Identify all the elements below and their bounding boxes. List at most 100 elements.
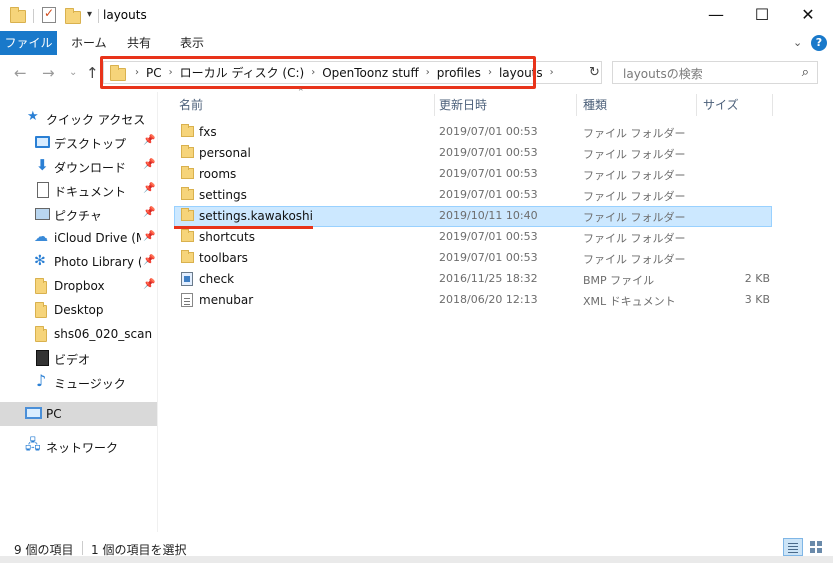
sort-ascending-icon: ⌃ [297,88,305,98]
crumb-layouts[interactable]: layouts [499,66,543,80]
table-row[interactable]: fxs 2019/07/01 00:53 ファイル フォルダー [174,122,772,143]
file-type: ファイル フォルダー [583,169,686,182]
back-icon[interactable]: ← [14,64,27,82]
sidebar-item-network[interactable]: 🖧 ネットワーク [0,434,157,458]
close-button[interactable]: ✕ [785,0,831,30]
chevron-down-icon[interactable]: ▾ [87,9,92,20]
tab-home[interactable]: ホーム [71,31,107,55]
new-folder-icon[interactable] [65,7,83,25]
forward-icon[interactable]: → [42,64,55,82]
sidebar-item-pictures[interactable]: ピクチャ 📌 [0,202,157,226]
pin-icon[interactable]: 📌 [143,207,155,218]
minimize-button[interactable]: — [693,0,739,30]
details-view-button[interactable] [783,538,803,556]
file-name: settings.kawakoshi [199,209,313,223]
tab-view[interactable]: 表示 [180,31,204,55]
file-size: 3 KB [744,293,770,306]
search-input[interactable]: layoutsの検索 ⌕ [612,61,818,84]
pin-icon[interactable]: 📌 [143,183,155,194]
sidebar-item-documents[interactable]: ドキュメント 📌 [0,178,157,202]
sidebar-item-pc[interactable]: PC [0,402,157,426]
column-divider[interactable] [434,94,435,116]
tab-file[interactable]: ファイル [0,31,57,55]
table-row[interactable]: rooms 2019/07/01 00:53 ファイル フォルダー [174,164,772,185]
table-row[interactable]: check 2016/11/25 18:32 BMP ファイル 2 KB [174,269,772,290]
file-name: shortcuts [199,230,255,244]
chevron-right-icon[interactable]: › [169,67,173,78]
table-row-selected[interactable]: settings.kawakoshi 2019/10/11 10:40 ファイル… [174,206,772,227]
pin-icon[interactable]: 📌 [143,255,155,266]
file-name: check [199,272,235,286]
chevron-right-icon[interactable]: › [311,67,315,78]
pin-icon[interactable]: 📌 [143,135,155,146]
table-row[interactable]: toolbars 2019/07/01 00:53 ファイル フォルダー [174,248,772,269]
crumb-profiles[interactable]: profiles [437,66,481,80]
sidebar-item-downloads[interactable]: ⬇ ダウンロード 📌 [0,154,157,178]
sidebar-item-desktop-folder[interactable]: Desktop [0,298,157,322]
details-view-icon [788,543,798,544]
chevron-right-icon[interactable]: › [426,67,430,78]
table-row[interactable]: shortcuts 2019/07/01 00:53 ファイル フォルダー [174,227,772,248]
window-title: layouts [103,8,147,22]
crumb-local-disk[interactable]: ローカル ディスク (C:) [180,64,305,81]
file-type: XML ドキュメント [583,295,676,308]
pin-icon[interactable]: 📌 [143,279,155,290]
file-type: ファイル フォルダー [583,127,686,140]
sidebar-item-dropbox[interactable]: Dropbox 📌 [0,274,157,298]
file-date: 2018/06/20 12:13 [439,293,538,306]
sidebar-item-videos[interactable]: ビデオ [0,346,157,370]
column-header-date[interactable]: 更新日時 [439,94,487,116]
crumb-opentoonz-stuff[interactable]: OpenToonz stuff [322,66,419,80]
pin-icon[interactable]: 📌 [143,231,155,242]
table-row[interactable]: settings 2019/07/01 00:53 ファイル フォルダー [174,185,772,206]
column-header-name[interactable]: 名前 [179,94,203,116]
column-divider[interactable] [772,94,773,116]
file-name: menubar [199,293,254,307]
file-type: ファイル フォルダー [583,148,686,161]
table-row[interactable]: menubar 2018/06/20 12:13 XML ドキュメント 3 KB [174,290,772,311]
up-icon[interactable]: ↑ [86,64,99,82]
sidebar-item-desktop[interactable]: デスクトップ 📌 [0,130,157,154]
selection-underline-annotation [174,226,313,229]
search-placeholder: layoutsの検索 [623,67,703,81]
chevron-right-icon[interactable]: › [550,67,554,78]
sidebar-item-music[interactable]: ♪ ミュージック [0,370,157,394]
address-bar[interactable]: › PC › ローカル ディスク (C:) › OpenToonz stuff … [103,61,684,84]
search-icon[interactable]: ⌕ [802,65,809,80]
pin-icon[interactable]: 📌 [143,159,155,170]
file-type: ファイル フォルダー [583,253,686,266]
chevron-right-icon[interactable]: › [135,67,139,78]
window-bottom-edge [0,556,833,563]
table-row[interactable]: personal 2019/07/01 00:53 ファイル フォルダー [174,143,772,164]
properties-icon[interactable]: ✓ [42,6,56,23]
file-date: 2019/07/01 00:53 [439,167,538,180]
expand-ribbon-icon[interactable]: ⌄ [793,36,802,49]
sidebar-item-shs06-020-scan[interactable]: shs06_020_scan [0,322,157,346]
column-divider[interactable] [576,94,577,116]
sidebar-item-icloud-drive[interactable]: ☁ iCloud Drive (Ma 📌 [0,226,157,250]
large-icons-view-button[interactable] [806,538,826,556]
file-name: rooms [199,167,237,181]
refresh-icon[interactable]: ↻ [589,65,605,81]
sidebar-item-quick-access[interactable]: ★ クイック アクセス [0,106,157,130]
divider [98,9,99,23]
status-divider [82,541,83,555]
file-list: 名前 ⌃ 更新日時 種類 サイズ fxs 2019/07/01 00:53 ファ… [158,88,833,532]
column-header-size[interactable]: サイズ [703,94,739,116]
help-icon[interactable]: ? [811,35,827,51]
star-icon: ★ [27,109,39,124]
maximize-button[interactable]: ☐ [739,0,785,30]
xml-file-icon [181,293,193,307]
crumb-pc[interactable]: PC [146,66,162,80]
column-divider[interactable] [696,94,697,116]
folder-icon [181,145,194,158]
column-header-type[interactable]: 種類 [583,94,607,116]
folder-icon [110,64,128,81]
file-date: 2019/07/01 00:53 [439,188,538,201]
sidebar-item-photo-library[interactable]: ✻ Photo Library (M 📌 [0,250,157,274]
folder-icon [181,208,194,221]
file-type: ファイル フォルダー [583,232,686,245]
recent-locations-icon[interactable]: ⌄ [69,67,77,78]
tab-share[interactable]: 共有 [127,31,151,55]
chevron-right-icon[interactable]: › [488,67,492,78]
